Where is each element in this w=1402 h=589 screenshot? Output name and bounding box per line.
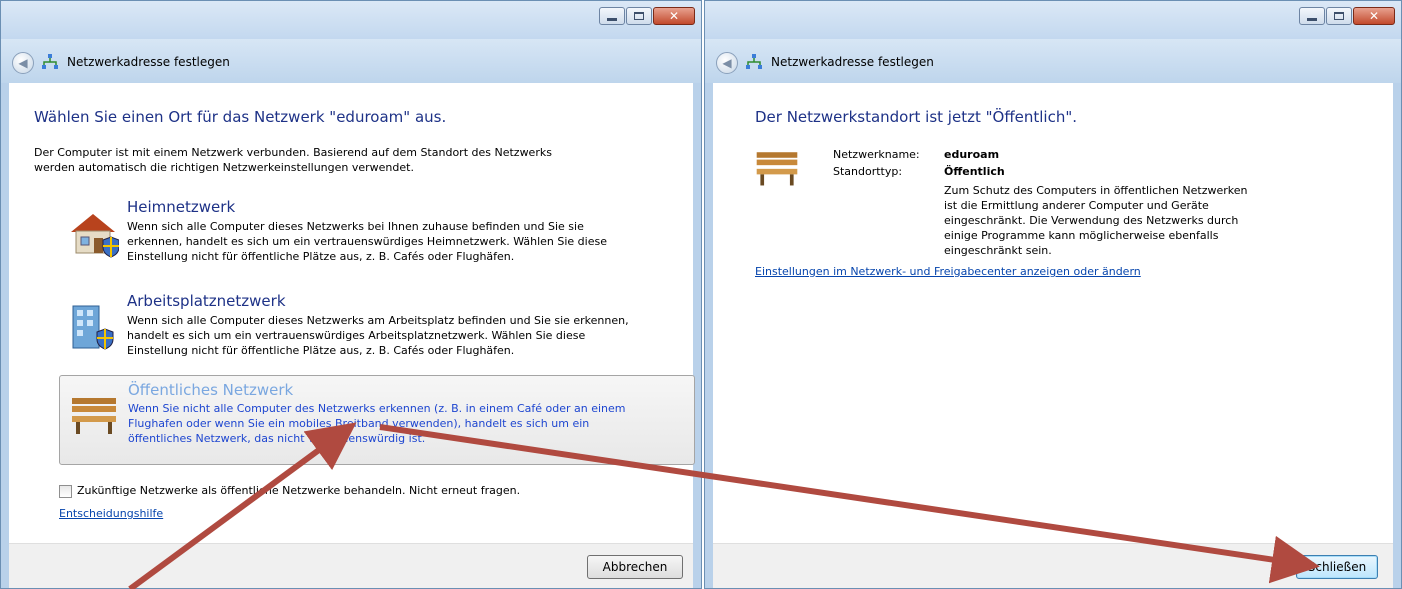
option-title: Arbeitsplatznetzwerk <box>127 292 286 310</box>
minimize-icon <box>607 17 617 21</box>
navigation-bar: ◀ Netzwerkadresse festlegen <box>705 39 1401 83</box>
location-desc-line: Zum Schutz des Computers in öffentlichen… <box>944 184 1248 197</box>
maximize-button[interactable] <box>626 7 652 25</box>
location-type-value: Öffentlich <box>944 165 1005 178</box>
back-button[interactable]: ◀ <box>716 52 738 74</box>
option-work-network[interactable]: Arbeitsplatznetzwerk Wenn sich alle Comp… <box>59 290 695 370</box>
back-arrow-icon: ◀ <box>722 56 732 70</box>
window-title: Netzwerkadresse festlegen <box>771 55 934 69</box>
minimize-icon <box>1307 17 1317 21</box>
location-desc-line: einige Programme kann möglicherweise ebe… <box>944 229 1219 242</box>
network-icon <box>746 54 762 69</box>
caption-buttons: ✕ <box>1298 7 1395 25</box>
location-desc-line: ist die Ermittlung anderer Computer und … <box>944 199 1209 212</box>
option-desc-line: Wenn sich alle Computer dieses Netzwerks… <box>127 314 629 327</box>
office-building-icon <box>72 305 114 350</box>
intro-text-line-2: werden automatisch die richtigen Netzwer… <box>34 161 414 174</box>
navigation-bar: ◀ Netzwerkadresse festlegen <box>1 39 701 83</box>
option-public-network[interactable]: Öffentliches Netzwerk Wenn Sie nicht all… <box>59 375 695 465</box>
intro-text-line-1: Der Computer ist mit einem Netzwerk verb… <box>34 146 552 159</box>
title-bar[interactable]: ✕ <box>1 1 701 39</box>
network-name-value: eduroam <box>944 148 1000 161</box>
option-desc-line: Einstellung nicht für öffentliche Plätze… <box>127 250 515 263</box>
option-desc-line: öffentliches Netzwerk, das nicht vertrau… <box>128 432 426 445</box>
back-arrow-icon: ◀ <box>18 56 28 70</box>
option-desc-line: Flughafen oder wenn Sie ein mobiles Brei… <box>128 417 590 430</box>
option-desc-line: Wenn sich alle Computer dieses Netzwerks… <box>127 220 584 233</box>
footer: Abbrechen <box>9 543 693 588</box>
help-link[interactable]: Entscheidungshilfe <box>59 507 163 520</box>
network-name-label: Netzwerkname: <box>833 148 920 161</box>
footer: Schließen <box>713 543 1393 588</box>
network-location-window-right: ✕ ◀ Netzwerkadresse festlegen Der Netzwe… <box>704 0 1402 589</box>
network-location-window-left: ✕ ◀ Netzwerkadresse festlegen Wählen Sie… <box>0 0 702 589</box>
window-title: Netzwerkadresse festlegen <box>67 55 230 69</box>
content-area: Wählen Sie einen Ort für das Netzwerk "e… <box>9 83 695 543</box>
checkbox-label: Zukünftige Netzwerke als öffentliche Net… <box>77 484 521 497</box>
option-title: Heimnetzwerk <box>127 198 236 216</box>
maximize-icon <box>634 12 644 20</box>
option-desc-line: Wenn Sie nicht alle Computer des Netzwer… <box>128 402 626 415</box>
caption-buttons: ✕ <box>598 7 695 25</box>
close-icon: ✕ <box>1368 9 1380 23</box>
close-button[interactable]: Schließen <box>1296 555 1378 579</box>
option-desc-line: handelt es sich um ein vertrauenswürdige… <box>127 329 586 342</box>
option-desc-line: erkennen, handelt es sich um ein vertrau… <box>127 235 607 248</box>
park-bench-icon <box>72 398 116 434</box>
option-home-network[interactable]: Heimnetzwerk Wenn sich alle Computer die… <box>59 196 695 276</box>
house-icon <box>71 214 119 258</box>
cancel-button[interactable]: Abbrechen <box>587 555 683 579</box>
network-icon <box>42 54 58 69</box>
title-bar[interactable]: ✕ <box>705 1 1401 39</box>
page-heading: Wählen Sie einen Ort für das Netzwerk "e… <box>34 108 447 126</box>
option-title: Öffentliches Netzwerk <box>128 381 294 399</box>
content-area: Der Netzwerkstandort ist jetzt "Öffentli… <box>713 83 1393 543</box>
close-window-button[interactable]: ✕ <box>653 7 695 25</box>
network-center-settings-link[interactable]: Einstellungen im Netzwerk- und Freigabec… <box>755 265 1141 278</box>
maximize-icon <box>1334 12 1344 20</box>
location-type-label: Standorttyp: <box>833 165 903 178</box>
treat-as-public-checkbox[interactable] <box>59 485 72 498</box>
page-heading: Der Netzwerkstandort ist jetzt "Öffentli… <box>755 108 1078 126</box>
maximize-button[interactable] <box>1326 7 1352 25</box>
close-icon: ✕ <box>668 9 680 23</box>
park-bench-icon <box>756 152 798 186</box>
minimize-button[interactable] <box>599 7 625 25</box>
location-desc-line: eingeschränkt. Die Verwendung des Netzwe… <box>944 214 1239 227</box>
close-window-button[interactable]: ✕ <box>1353 7 1395 25</box>
location-desc-line: eingeschränkt sein. <box>944 244 1052 257</box>
minimize-button[interactable] <box>1299 7 1325 25</box>
option-desc-line: Einstellung nicht für öffentliche Plätze… <box>127 344 515 357</box>
back-button[interactable]: ◀ <box>12 52 34 74</box>
